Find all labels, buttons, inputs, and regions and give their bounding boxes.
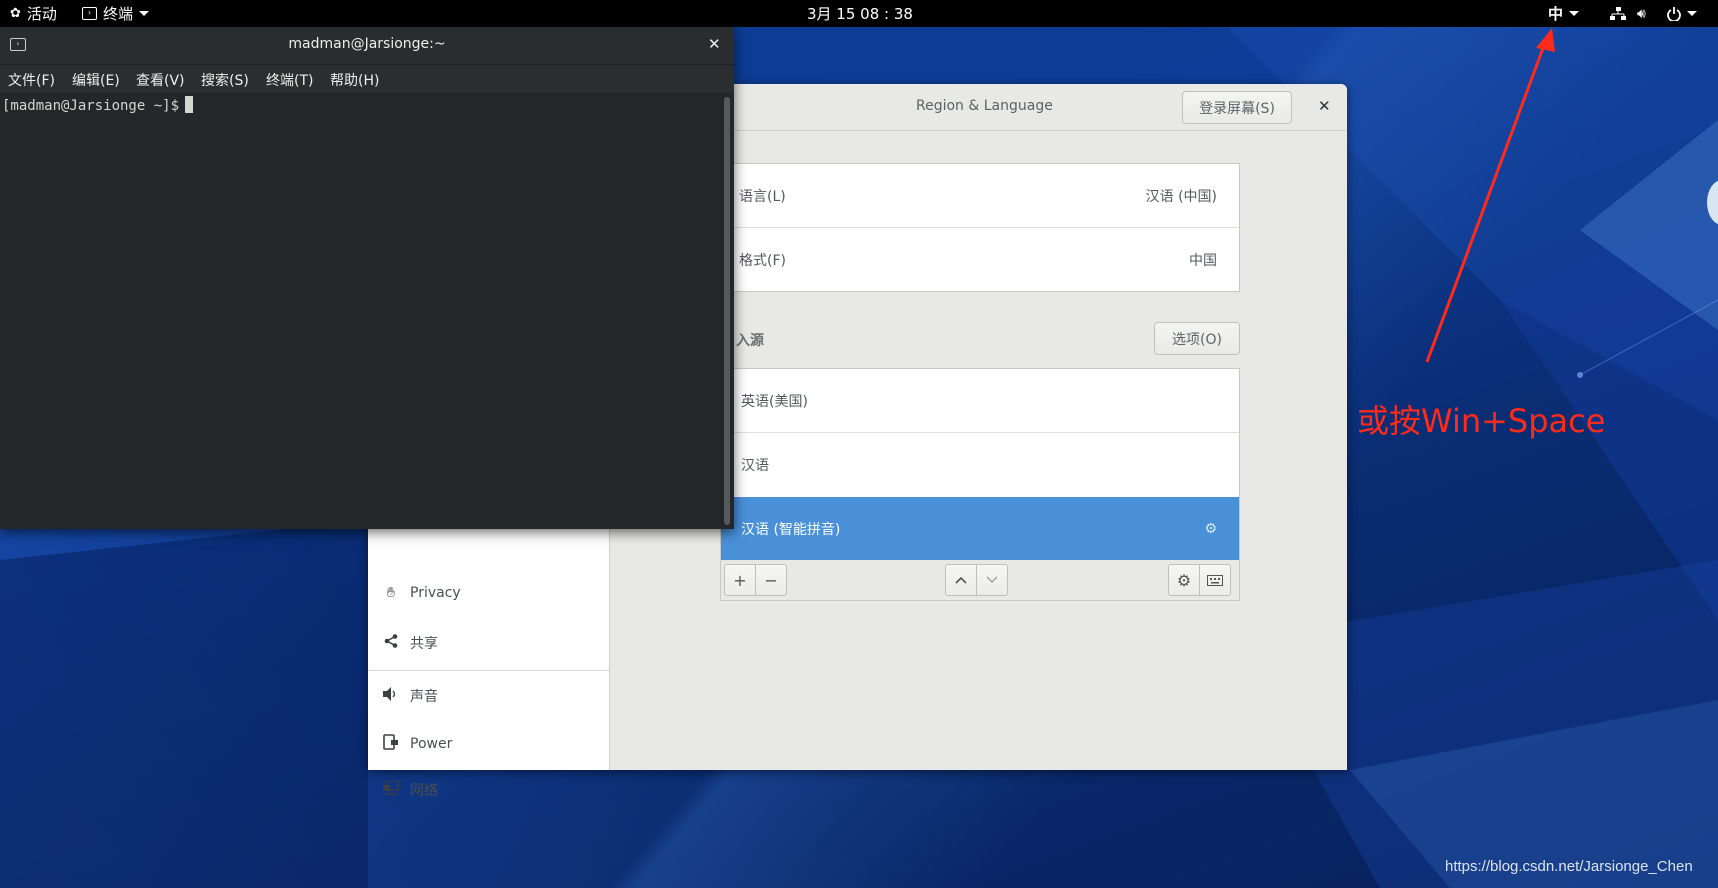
close-icon[interactable]: ✕ bbox=[708, 35, 721, 53]
network-icon bbox=[380, 780, 402, 799]
speaker-icon: 🔊︎ bbox=[1637, 5, 1646, 22]
sidebar-item-label: Privacy bbox=[410, 585, 461, 601]
menu-search[interactable]: 搜索(S) bbox=[201, 70, 249, 90]
sidebar-item-label: Power bbox=[410, 736, 453, 752]
sidebar-divider bbox=[368, 670, 609, 671]
network-status-icon[interactable] bbox=[1610, 3, 1626, 24]
options-button[interactable]: 选项(O) bbox=[1154, 322, 1240, 355]
menu-help[interactable]: 帮助(H) bbox=[330, 70, 379, 90]
app-menu-button[interactable]: › 终端 bbox=[82, 3, 150, 24]
input-source-label: 汉语 (智能拼音) bbox=[741, 522, 841, 538]
close-icon[interactable]: ✕ bbox=[1318, 97, 1331, 115]
terminal-content[interactable]: [madman@Jarsionge ~]$ bbox=[0, 93, 734, 529]
move-down-button[interactable] bbox=[976, 564, 1008, 596]
sidebar-item-privacy[interactable]: ✋︎ Privacy bbox=[368, 569, 609, 617]
keyboard-icon bbox=[1207, 574, 1223, 586]
add-input-source-button[interactable]: + bbox=[724, 564, 756, 596]
chevron-up-icon bbox=[955, 576, 967, 584]
language-row[interactable]: 语言(L) 汉语 (中国) bbox=[719, 164, 1239, 227]
language-label: 语言(L) bbox=[739, 188, 786, 205]
volume-status-icon[interactable]: 🔊︎ bbox=[1637, 3, 1646, 24]
network-wired-icon bbox=[1610, 6, 1626, 20]
top-bar: ✿ 活动 › 终端 3月 15 08 : 38 中 🔊︎ bbox=[0, 0, 1718, 27]
input-source-settings-button[interactable]: ⚙︎ bbox=[1168, 564, 1200, 596]
sidebar-item-label: 声音 bbox=[410, 689, 438, 705]
power-icon bbox=[1667, 6, 1681, 21]
watermark: https://blog.csdn.net/Jarsionge_Chen bbox=[1445, 858, 1693, 875]
speaker-icon bbox=[380, 687, 402, 705]
input-source-chinese[interactable]: 汉语 bbox=[721, 433, 1239, 496]
gnome-foot-icon: ✿ bbox=[10, 6, 21, 21]
hand-icon: ✋︎ bbox=[387, 585, 395, 601]
input-sources-list: 英语(美国) 汉语 汉语 (智能拼音) ⚙︎ bbox=[720, 368, 1240, 561]
clock-label: 3月 15 08 : 38 bbox=[807, 5, 913, 23]
menu-view[interactable]: 查看(V) bbox=[136, 70, 185, 90]
input-sources-heading: 入源 bbox=[736, 333, 764, 349]
system-menu-button[interactable] bbox=[1667, 3, 1697, 24]
formats-value: 中国 bbox=[1189, 252, 1217, 269]
chevron-down-icon bbox=[139, 11, 150, 16]
chevron-down-icon bbox=[1569, 11, 1580, 16]
share-icon bbox=[380, 634, 402, 652]
login-screen-label: 登录屏幕(S) bbox=[1199, 100, 1275, 117]
formats-label: 格式(F) bbox=[739, 252, 786, 269]
remove-input-source-button[interactable]: − bbox=[755, 564, 787, 596]
input-source-chinese-pinyin[interactable]: 汉语 (智能拼音) ⚙︎ bbox=[721, 497, 1239, 561]
sidebar-item-network[interactable]: 网络 bbox=[368, 770, 609, 810]
text-cursor bbox=[185, 96, 194, 113]
sidebar-item-power[interactable]: Power bbox=[368, 720, 609, 768]
sidebar-item-sharing[interactable]: 共享 bbox=[368, 619, 609, 667]
terminal-menubar: 文件(F) 编辑(E) 查看(V) 搜索(S) 终端(T) 帮助(H) bbox=[0, 65, 734, 93]
input-sources-toolbar: + − ⚙︎ bbox=[720, 560, 1240, 601]
formats-row[interactable]: 格式(F) 中国 bbox=[719, 228, 1239, 291]
menu-edit[interactable]: 编辑(E) bbox=[72, 70, 120, 90]
chevron-down-icon bbox=[986, 576, 998, 584]
input-source-label: 英语(美国) bbox=[741, 393, 808, 410]
sidebar-item-label: 共享 bbox=[410, 636, 438, 652]
plus-icon: + bbox=[733, 570, 747, 590]
chevron-down-icon bbox=[1687, 11, 1697, 16]
language-value: 汉语 (中国) bbox=[1145, 188, 1217, 205]
settings-gears-icon[interactable]: ⚙︎ bbox=[1204, 521, 1217, 537]
show-keyboard-layout-button[interactable] bbox=[1199, 564, 1231, 596]
power-plug-icon bbox=[380, 734, 402, 754]
prompt-text: [madman@Jarsionge ~]$ bbox=[2, 98, 180, 114]
terminal-scrollbar[interactable] bbox=[724, 97, 730, 525]
activities-label: 活动 bbox=[26, 5, 57, 23]
terminal-app-icon: › bbox=[82, 7, 97, 20]
options-label: 选项(O) bbox=[1172, 331, 1222, 348]
terminal-window: › madman@Jarsionge:~ ✕ 文件(F) 编辑(E) 查看(V)… bbox=[0, 27, 734, 529]
settings-title: Region & Language bbox=[916, 98, 1053, 114]
app-menu-label: 终端 bbox=[103, 5, 134, 23]
shell-prompt: [madman@Jarsionge ~]$ bbox=[2, 96, 194, 114]
move-up-button[interactable] bbox=[945, 564, 977, 596]
menu-file[interactable]: 文件(F) bbox=[8, 70, 55, 90]
minus-icon: − bbox=[764, 570, 778, 590]
input-source-label: 汉语 bbox=[741, 457, 769, 474]
activities-button[interactable]: ✿ 活动 bbox=[10, 3, 57, 24]
terminal-title: madman@Jarsionge:~ bbox=[288, 36, 446, 52]
sidebar-item-sound[interactable]: 声音 bbox=[368, 672, 609, 720]
login-screen-button[interactable]: 登录屏幕(S) bbox=[1182, 91, 1292, 124]
clock[interactable]: 3月 15 08 : 38 bbox=[807, 3, 913, 24]
annotation-text: 或按Win+Space bbox=[1357, 402, 1606, 440]
input-source-english[interactable]: 英语(美国) bbox=[721, 369, 1239, 432]
sidebar-item-label: 网络 bbox=[410, 783, 438, 799]
gear-icon: ⚙︎ bbox=[1176, 570, 1192, 590]
menu-terminal[interactable]: 终端(T) bbox=[266, 70, 313, 90]
input-method-label: 中 bbox=[1548, 5, 1564, 23]
input-method-indicator[interactable]: 中 bbox=[1548, 3, 1580, 24]
terminal-header-bar: › madman@Jarsionge:~ ✕ bbox=[0, 27, 734, 65]
language-formats-list: 语言(L) 汉语 (中国) 格式(F) 中国 bbox=[718, 163, 1240, 292]
